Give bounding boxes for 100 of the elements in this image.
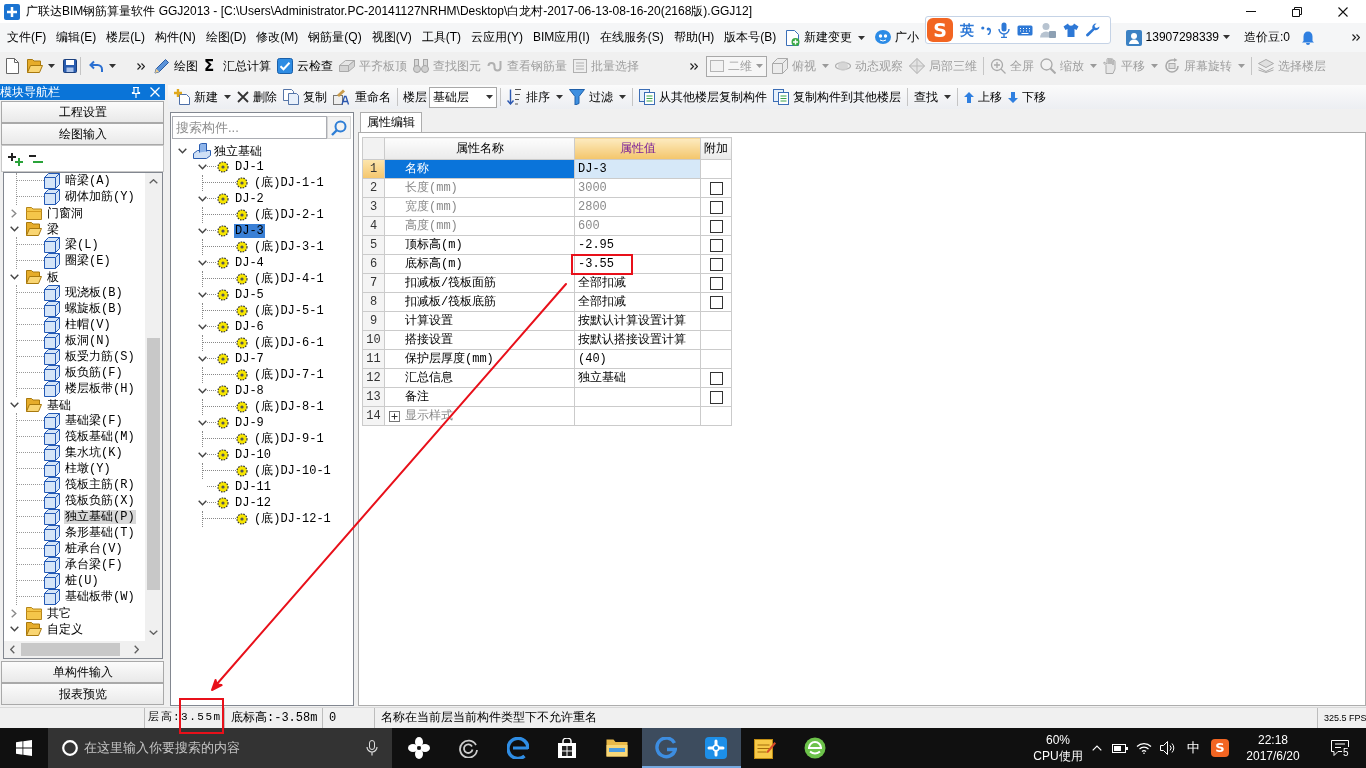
table-cell[interactable]: -3.55 <box>575 255 700 273</box>
tree-folder[interactable]: 梁 <box>46 221 60 237</box>
tree-item[interactable]: DJ-3 <box>234 223 265 239</box>
close-icon[interactable] <box>150 87 160 97</box>
tree-item[interactable]: DJ-11 <box>234 479 272 495</box>
chevron-down-icon[interactable] <box>198 420 207 426</box>
draw-button[interactable]: 绘图 <box>151 54 201 78</box>
tree-item[interactable]: 桩承台(V) <box>64 541 124 557</box>
caret-icon[interactable] <box>109 64 116 68</box>
menu-item[interactable]: 在线服务(S) <box>595 27 668 48</box>
speech-bubble-icon[interactable] <box>1331 740 1349 756</box>
double-chevron-icon[interactable] <box>1352 34 1360 41</box>
caret-icon[interactable] <box>48 64 55 68</box>
checkbox[interactable] <box>709 295 723 309</box>
search-button[interactable] <box>327 116 351 139</box>
bell-icon[interactable] <box>1302 30 1314 45</box>
tree-item[interactable]: (底)DJ-2-1 <box>254 207 324 223</box>
table-cell[interactable]: 保护层厚度(mm) <box>385 350 574 368</box>
input-language-button[interactable]: 中 <box>1180 728 1206 768</box>
table-cell[interactable]: -2.95 <box>575 236 700 254</box>
tree-item[interactable]: 板受力筋(S) <box>64 349 136 365</box>
tree-item[interactable]: 板洞(N) <box>64 333 112 349</box>
tree-folder[interactable]: 其它 <box>46 605 72 621</box>
tree-folder[interactable]: 自定义 <box>46 621 84 637</box>
menu-item[interactable]: 绘图(D) <box>201 27 251 48</box>
tree-item[interactable]: 基础梁(F) <box>64 413 124 429</box>
tree-item[interactable]: DJ-9 <box>234 415 265 431</box>
horizontal-scrollbar[interactable] <box>4 641 162 658</box>
chevron-left-icon[interactable] <box>10 645 15 654</box>
assistant-button[interactable]: 广小 <box>871 27 924 48</box>
shirt-icon[interactable] <box>1063 23 1079 37</box>
menu-item[interactable]: 云应用(Y) <box>467 27 527 48</box>
tree-item[interactable]: 桩(U) <box>64 573 100 589</box>
menu-item[interactable]: 构件(N) <box>151 27 200 48</box>
document-icon[interactable] <box>6 58 19 74</box>
new-button[interactable]: 新建 <box>171 85 234 109</box>
table-cell[interactable]: 按默认搭接设置计算 <box>575 331 700 349</box>
rename-button[interactable]: 重命名 <box>330 85 394 109</box>
chevron-down-icon[interactable] <box>9 626 19 632</box>
speaker-icon[interactable] <box>1160 741 1176 755</box>
section-button[interactable]: 报表预览 <box>1 683 164 705</box>
find-button[interactable]: 查找 <box>911 85 954 109</box>
summary-calc-button[interactable]: Σ 汇总计算 <box>201 54 275 78</box>
tree-item[interactable]: 承台梁(F) <box>64 557 124 573</box>
tab[interactable]: 属性编辑 <box>360 112 422 132</box>
tree-item[interactable]: (底)DJ-12-1 <box>254 511 331 527</box>
tree-item[interactable]: DJ-8 <box>234 383 265 399</box>
pin-icon[interactable] <box>131 86 141 98</box>
minus-icon[interactable] <box>29 153 43 164</box>
tree-item[interactable]: 集水坑(K) <box>64 445 124 461</box>
table-cell[interactable]: (40) <box>575 350 700 368</box>
checkbox[interactable] <box>709 276 723 290</box>
chevron-down-icon[interactable] <box>9 402 19 408</box>
clock-time[interactable]: 22:18 <box>1258 732 1288 748</box>
tree-item[interactable]: 独立基础 <box>214 143 262 159</box>
tree-item[interactable]: 梁(L) <box>64 237 100 253</box>
tree-item[interactable]: (底)DJ-1-1 <box>254 175 324 191</box>
menu-item[interactable]: 钢筋量(Q) <box>304 27 366 48</box>
menu-item[interactable]: 工具(T) <box>417 27 465 48</box>
new-change-button[interactable]: 新建变更 <box>782 26 870 49</box>
table-cell[interactable]: 全部扣减 <box>575 293 700 311</box>
chevron-down-icon[interactable] <box>198 196 207 202</box>
chevron-right-icon[interactable] <box>11 208 17 218</box>
menu-item[interactable]: 视图(V) <box>367 27 416 48</box>
checkbox[interactable] <box>709 371 723 385</box>
tree-item[interactable]: DJ-7 <box>234 351 265 367</box>
tree-item[interactable]: DJ-10 <box>234 447 272 463</box>
tree-item[interactable]: 圈梁(E) <box>64 253 112 269</box>
table-cell[interactable]: 计算设置 <box>385 312 574 330</box>
table-cell[interactable]: 备注 <box>385 388 574 406</box>
keyboard-icon[interactable] <box>1017 24 1033 36</box>
battery-icon[interactable] <box>1112 743 1128 753</box>
chevron-down-icon[interactable] <box>9 226 19 232</box>
tree-item[interactable]: 条形基础(T) <box>64 525 136 541</box>
chevron-down-icon[interactable] <box>198 388 207 394</box>
chevron-down-icon[interactable] <box>198 164 207 170</box>
copy-from-floor-button[interactable]: 从其他楼层复制构件 <box>636 85 770 109</box>
tree-item[interactable]: (底)DJ-5-1 <box>254 303 324 319</box>
chevron-right-icon[interactable] <box>11 608 17 618</box>
chevron-right-icon[interactable] <box>134 645 139 654</box>
copy-button[interactable]: 复制 <box>280 85 330 109</box>
section-button[interactable]: 单构件输入 <box>1 661 164 683</box>
wrench-icon[interactable] <box>1086 23 1100 37</box>
chevron-down-icon[interactable] <box>198 500 207 506</box>
cloud-check-button[interactable]: 云检查 <box>274 54 337 78</box>
filter-button[interactable]: 过滤 <box>566 85 629 109</box>
chevron-down-icon[interactable] <box>198 356 207 362</box>
section-button[interactable]: 工程设置 <box>1 101 164 123</box>
table-cell[interactable]: 扣减板/筏板面筋 <box>385 274 574 292</box>
tree-folder[interactable]: 门窗洞 <box>46 205 84 221</box>
clock-date[interactable]: 2017/6/20 <box>1246 748 1300 764</box>
tree-item[interactable]: 砌体加筋(Y) <box>64 189 136 205</box>
tree-item[interactable]: (底)DJ-3-1 <box>254 239 324 255</box>
menu-item[interactable]: 帮助(H) <box>669 27 719 48</box>
tree-item[interactable]: DJ-4 <box>234 255 265 271</box>
search-field[interactable]: 搜索构件... <box>172 116 327 139</box>
menu-item[interactable]: BIM应用(I) <box>529 27 594 48</box>
taskbar-app-button[interactable] <box>691 728 741 768</box>
tree-folder[interactable]: 板 <box>46 269 60 285</box>
table-cell[interactable]: 搭接设置 <box>385 331 574 349</box>
